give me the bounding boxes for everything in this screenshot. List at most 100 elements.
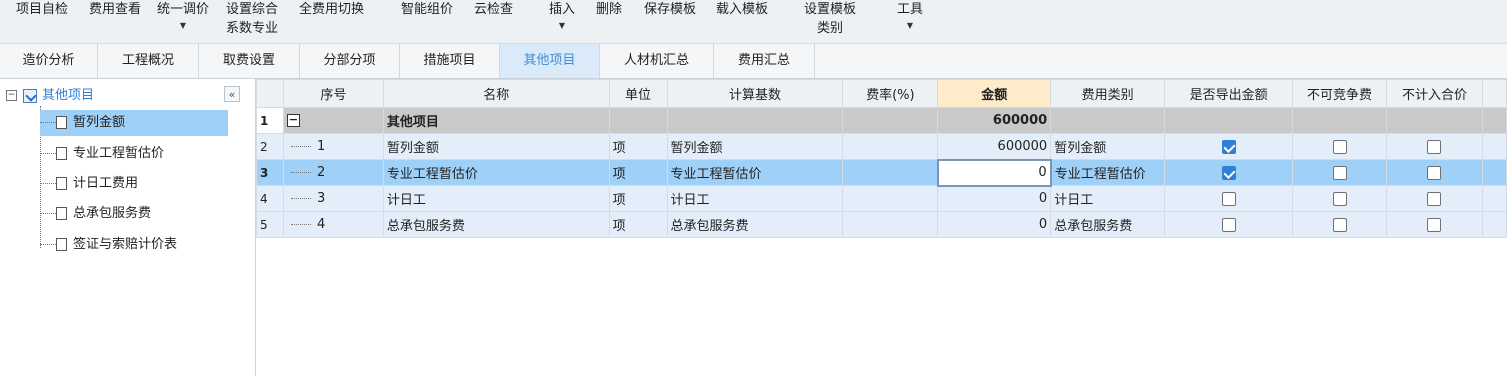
cell-amount-active[interactable]: 0 — [936, 158, 1052, 187]
tree-item-specialty-provisional[interactable]: 专业工程暂估价 — [40, 141, 164, 167]
unified-price-adjust-button[interactable]: 统一调价 ▼ — [157, 0, 209, 33]
cell-amount[interactable]: 0 — [937, 185, 1052, 212]
load-template-label: 载入模板 — [716, 2, 769, 17]
col-header-category[interactable]: 费用类别 — [1050, 79, 1166, 108]
tree-item-label: 总承包服务费 — [73, 206, 152, 221]
export-amount-checkbox[interactable] — [1221, 191, 1236, 206]
full-cost-switch-button[interactable]: 全费用切换 — [299, 0, 364, 19]
cell-category[interactable]: 计日工 — [1050, 185, 1166, 212]
tab-measure-items[interactable]: 措施项目 — [400, 44, 500, 78]
export-amount-checkbox[interactable] — [1221, 165, 1236, 180]
unified-price-adjust-label: 统一调价 — [157, 2, 210, 17]
cell-name[interactable]: 其他项目 — [382, 107, 610, 134]
exclude-total-checkbox[interactable] — [1427, 165, 1442, 180]
cell-unit[interactable]: 项 — [608, 133, 668, 160]
table-row-selected[interactable]: 3 2 专业工程暂估价 项 专业工程暂估价 0 专业工程暂估价 — [256, 158, 1507, 187]
tab-labor-material-summary[interactable]: 人材机汇总 — [600, 44, 714, 78]
cell-category[interactable] — [1050, 107, 1166, 134]
tree-item-claims-pricing[interactable]: 签证与索赔计价表 — [40, 232, 177, 258]
col-header-noncompetitive[interactable]: 不可竞争费 — [1292, 79, 1388, 108]
cell-name[interactable]: 专业工程暂估价 — [382, 159, 610, 186]
table-row[interactable]: 5 4 总承包服务费 项 总承包服务费 0 总承包服务费 — [256, 211, 1507, 238]
cell-base[interactable]: 暂列金额 — [666, 133, 844, 160]
cell-unit[interactable]: 项 — [608, 211, 668, 238]
tab-project-overview[interactable]: 工程概况 — [98, 44, 199, 78]
cell-export — [1164, 159, 1294, 186]
exclude-total-checkbox[interactable] — [1427, 139, 1442, 154]
table-row-group[interactable]: 1 − 其他项目 600000 — [256, 107, 1507, 134]
cell-base[interactable]: 计日工 — [666, 185, 844, 212]
cell-name[interactable]: 计日工 — [382, 185, 610, 212]
cell-amount[interactable]: 600000 — [937, 133, 1052, 160]
cell-rate[interactable] — [842, 185, 939, 212]
tree-item-general-contract-fee[interactable]: 总承包服务费 — [40, 201, 151, 227]
cell-name[interactable]: 暂列金额 — [382, 133, 610, 160]
set-coefficient-button[interactable]: 设置综合 系数专业 — [226, 0, 278, 38]
project-self-check-button[interactable]: 项目自检 — [16, 0, 68, 19]
cell-amount[interactable]: 0 — [937, 211, 1052, 238]
cell-rate[interactable] — [842, 211, 939, 238]
load-template-button[interactable]: 载入模板 — [716, 0, 768, 19]
tab-subdivision-items[interactable]: 分部分项 — [300, 44, 400, 78]
cell-exclude — [1386, 185, 1483, 212]
chevron-down-icon: ▼ — [179, 21, 187, 30]
col-header-export-amount[interactable]: 是否导出金额 — [1164, 79, 1294, 108]
table-row[interactable]: 4 3 计日工 项 计日工 0 计日工 — [256, 185, 1507, 212]
col-header-exclude-total[interactable]: 不计入合价 — [1386, 79, 1483, 108]
set-template-category-label-line2: 类别 — [817, 21, 844, 36]
cell-rate[interactable] — [842, 159, 939, 186]
col-header-seq[interactable]: 序号 — [282, 79, 384, 108]
document-icon — [56, 177, 67, 190]
col-header-base[interactable]: 计算基数 — [666, 79, 844, 108]
cell-rate[interactable] — [842, 133, 939, 160]
cost-view-button[interactable]: 费用查看 — [89, 0, 141, 19]
tab-cost-summary[interactable]: 费用汇总 — [714, 44, 815, 78]
smart-pricing-button[interactable]: 智能组价 — [401, 0, 453, 19]
export-amount-checkbox[interactable] — [1221, 139, 1236, 154]
project-self-check-label: 项目自检 — [16, 2, 69, 17]
tree-item-daywork[interactable]: 计日工费用 — [40, 171, 138, 197]
set-template-category-button[interactable]: 设置模板 类别 — [804, 0, 856, 38]
tab-other-items[interactable]: 其他项目 — [500, 44, 600, 78]
col-header-rate[interactable]: 费率(%) — [842, 79, 939, 108]
cell-exclude — [1386, 211, 1483, 238]
cell-category[interactable]: 专业工程暂估价 — [1050, 159, 1166, 186]
cell-category[interactable]: 总承包服务费 — [1050, 211, 1166, 238]
cloud-check-button[interactable]: 云检查 — [474, 0, 513, 19]
cell-base[interactable]: 专业工程暂估价 — [666, 159, 844, 186]
noncompetitive-checkbox[interactable] — [1332, 165, 1347, 180]
table-row[interactable]: 2 1 暂列金额 项 暂列金额 600000 暂列金额 — [256, 133, 1507, 160]
collapse-tree-icon[interactable]: − — [6, 90, 17, 101]
exclude-total-checkbox[interactable] — [1427, 217, 1442, 232]
cloud-check-label: 云检查 — [474, 2, 514, 17]
tree-item-provisional-sum[interactable]: 暂列金额 — [40, 110, 228, 136]
cell-unit[interactable]: 项 — [608, 159, 668, 186]
cell-name[interactable]: 总承包服务费 — [382, 211, 610, 238]
tab-cost-analysis[interactable]: 造价分析 — [0, 44, 98, 78]
collapse-panel-button[interactable]: « — [224, 86, 240, 102]
save-template-button[interactable]: 保存模板 — [644, 0, 696, 19]
seq-value: 3 — [316, 191, 326, 206]
cell-unit[interactable] — [608, 107, 668, 134]
cell-unit[interactable]: 项 — [608, 185, 668, 212]
noncompetitive-checkbox[interactable] — [1332, 139, 1347, 154]
insert-button[interactable]: 插入 ▼ — [549, 0, 575, 33]
tools-button[interactable]: 工具 ▼ — [897, 0, 923, 33]
collapse-group-icon[interactable]: − — [286, 114, 300, 127]
export-amount-checkbox[interactable] — [1221, 217, 1236, 232]
noncompetitive-checkbox[interactable] — [1332, 217, 1347, 232]
col-header-name[interactable]: 名称 — [382, 79, 610, 108]
cell-base[interactable] — [666, 107, 844, 134]
cell-rate[interactable] — [842, 107, 939, 134]
cell-category[interactable]: 暂列金额 — [1050, 133, 1166, 160]
document-icon — [56, 116, 67, 129]
exclude-total-checkbox[interactable] — [1427, 191, 1442, 206]
col-header-amount[interactable]: 金额 — [937, 79, 1052, 108]
cell-amount[interactable]: 600000 — [937, 107, 1052, 134]
col-header-unit[interactable]: 单位 — [608, 79, 668, 108]
tree-root[interactable]: − 其他项目 — [6, 86, 94, 106]
delete-button[interactable]: 删除 — [596, 0, 622, 19]
cell-base[interactable]: 总承包服务费 — [666, 211, 844, 238]
tab-fee-settings[interactable]: 取费设置 — [199, 44, 300, 78]
noncompetitive-checkbox[interactable] — [1332, 191, 1347, 206]
